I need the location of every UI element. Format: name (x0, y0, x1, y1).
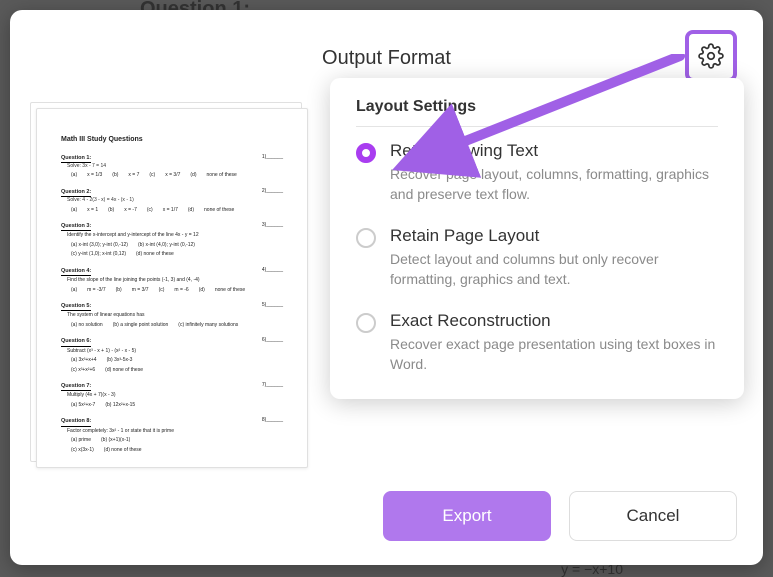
option-retain-page-layout[interactable]: Retain Page Layout Detect layout and col… (356, 226, 718, 289)
document-preview: Math III Study Questions Question 1:1)__… (36, 108, 308, 468)
radio-unselected[interactable] (356, 228, 376, 248)
radio-selected[interactable] (356, 143, 376, 163)
popover-title: Layout Settings (356, 98, 718, 116)
option-label: Retain Page Layout (390, 226, 718, 246)
option-description: Recover page layout, columns, formatting… (390, 165, 718, 204)
modal-title: Output Format (322, 47, 451, 70)
modal-header: Output Format (36, 38, 737, 78)
option-description: Detect layout and columns but only recov… (390, 250, 718, 289)
export-button[interactable]: Export (383, 491, 551, 541)
divider (356, 126, 718, 127)
option-exact-reconstruction[interactable]: Exact Reconstruction Recover exact page … (356, 311, 718, 374)
option-label: Retain Flowing Text (390, 141, 718, 161)
option-description: Recover exact page presentation using te… (390, 335, 718, 374)
gear-icon (698, 43, 724, 69)
modal-footer: Export Cancel (383, 491, 737, 541)
preview-page-front: Math III Study Questions Question 1:1)__… (36, 108, 308, 468)
cancel-button[interactable]: Cancel (569, 491, 737, 541)
radio-unselected[interactable] (356, 313, 376, 333)
option-label: Exact Reconstruction (390, 311, 718, 331)
layout-settings-button[interactable] (685, 30, 737, 82)
preview-doc-title: Math III Study Questions (61, 135, 283, 146)
layout-settings-popover: Layout Settings Retain Flowing Text Reco… (330, 78, 744, 399)
option-retain-flowing-text[interactable]: Retain Flowing Text Recover page layout,… (356, 141, 718, 204)
